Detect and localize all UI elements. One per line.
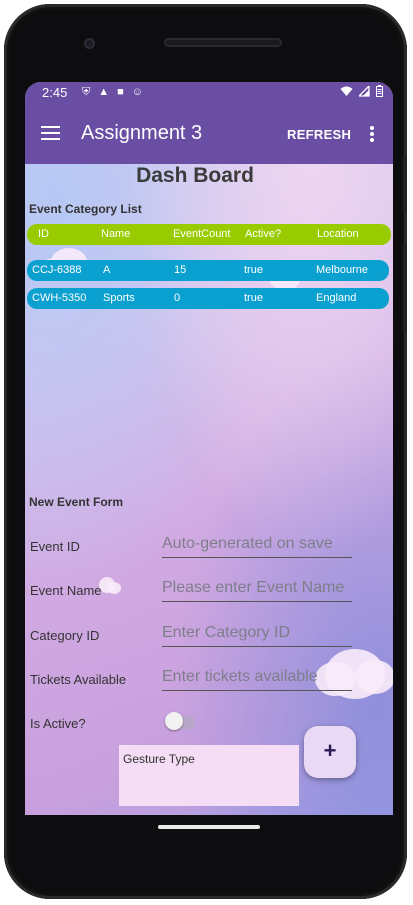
cell-event-count: 15 <box>174 264 187 276</box>
dashboard-title: Dash Board <box>136 164 254 187</box>
column-header-name: Name <box>101 228 131 240</box>
cell-active: true <box>244 292 263 304</box>
volume-button <box>403 244 407 334</box>
status-icons-left: ⛨ ▲ ■ ☺ <box>82 86 143 99</box>
cell-name: Sports <box>103 292 135 304</box>
cell-location: England <box>316 292 357 304</box>
column-header-id: ID <box>38 228 49 240</box>
phone-frame: 2:45 ⛨ ▲ ■ ☺ Assignment 3 REFRESH Dash B… <box>4 4 407 899</box>
cell-location: Melbourne <box>316 264 368 276</box>
cell-id: CWH-5350 <box>32 292 87 304</box>
event-id-field[interactable]: Auto-generated on save <box>162 535 352 558</box>
status-icons-right <box>340 85 383 97</box>
sd-card-icon: ■ <box>117 86 124 98</box>
add-event-fab[interactable]: + <box>304 726 356 778</box>
table-header: ID Name EventCount Active? Location <box>27 224 391 245</box>
tickets-available-label: Tickets Available <box>30 672 127 687</box>
column-header-active: Active? <box>245 228 282 240</box>
event-name-field[interactable]: Please enter Event Name <box>162 579 352 602</box>
shield-icon: ⛨ <box>82 86 91 98</box>
event-name-label: Event Name <box>30 583 102 598</box>
table-row[interactable]: CCJ-6388 A 15 true Melbourne <box>27 260 389 281</box>
category-id-field[interactable]: Enter Category ID <box>162 624 352 647</box>
add-icon: + <box>323 738 337 763</box>
app-screen: 2:45 ⛨ ▲ ■ ☺ Assignment 3 REFRESH Dash B… <box>25 82 393 815</box>
app-title: Assignment 3 <box>81 122 203 144</box>
tickets-available-field[interactable]: Enter tickets available <box>162 668 352 691</box>
cloud-decoration <box>107 582 121 594</box>
gesture-area[interactable]: Gesture Type <box>119 745 299 806</box>
face-icon: ☺ <box>131 86 144 98</box>
app-bar: Assignment 3 REFRESH <box>25 104 393 164</box>
battery-icon <box>376 85 383 97</box>
toggle-thumb[interactable] <box>165 712 183 730</box>
table-row[interactable]: CWH-5350 Sports 0 true England <box>27 288 389 309</box>
cell-event-count: 0 <box>174 292 181 304</box>
is-active-label: Is Active? <box>30 716 86 731</box>
navigation-icon: ▲ <box>98 86 110 98</box>
cloud-decoration <box>355 660 393 694</box>
cell-active: true <box>244 264 263 276</box>
hamburger-menu-icon[interactable] <box>41 126 60 140</box>
cell-name: A <box>103 264 111 276</box>
signal-icon <box>359 85 370 97</box>
refresh-button[interactable]: REFRESH <box>287 127 351 142</box>
column-header-event-count: EventCount <box>173 228 231 240</box>
gesture-type-label: Gesture Type <box>123 752 195 766</box>
wifi-icon <box>340 86 353 96</box>
home-indicator[interactable] <box>158 825 260 829</box>
more-vert-icon[interactable] <box>370 126 374 142</box>
power-button <box>403 154 407 214</box>
cell-id: CCJ-6388 <box>32 264 82 276</box>
category-list-title: Event Category List <box>29 202 142 216</box>
column-header-location: Location <box>317 228 359 240</box>
speaker-grille <box>164 38 282 47</box>
camera-icon <box>84 38 95 49</box>
form-title: New Event Form <box>29 495 124 509</box>
category-id-label: Category ID <box>30 628 100 643</box>
status-time: 2:45 <box>42 85 68 100</box>
status-bar: 2:45 ⛨ ▲ ■ ☺ <box>25 82 393 104</box>
event-id-label: Event ID <box>30 539 80 554</box>
